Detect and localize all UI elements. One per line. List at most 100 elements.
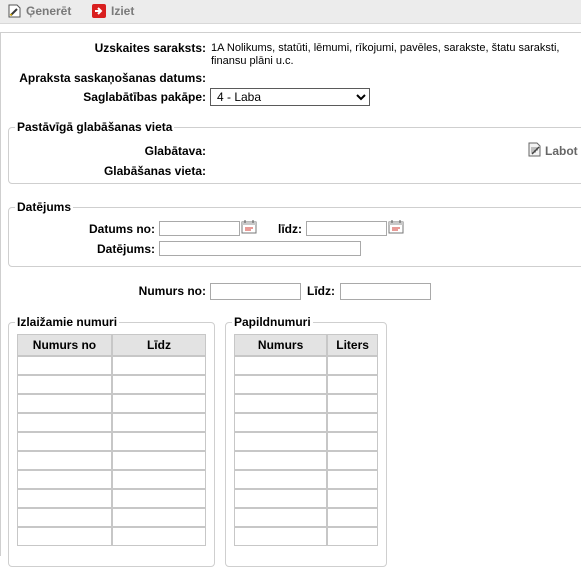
dating-legend: Datējums: [17, 200, 72, 214]
edit-button[interactable]: Labot: [527, 142, 578, 160]
table-cell-input[interactable]: [17, 413, 112, 432]
table-cell-input[interactable]: [17, 508, 112, 527]
table-cell-input[interactable]: [234, 489, 328, 508]
excluded-numbers-table: Numurs no Līdz: [17, 334, 206, 546]
table-row: [234, 489, 378, 508]
additional-numbers-legend: Papildnumuri: [234, 315, 311, 329]
table-cell-input[interactable]: [327, 508, 378, 527]
table-cell-input[interactable]: [111, 508, 206, 527]
preservation-label: Saglabātības pakāpe:: [83, 90, 206, 104]
date-to-label: līdz:: [278, 222, 302, 236]
table-cell-input[interactable]: [111, 451, 206, 470]
excluded-numbers-legend: Izlaižamie numuri: [17, 315, 118, 329]
number-to-label: Līdz:: [307, 284, 335, 298]
table-cell-input[interactable]: [17, 394, 112, 413]
table-cell-input[interactable]: [111, 432, 206, 451]
table-row: [234, 356, 378, 375]
table-cell-input[interactable]: [234, 413, 328, 432]
number-to-input[interactable]: [340, 283, 431, 300]
table-cell-input[interactable]: [111, 394, 206, 413]
table-cell-input[interactable]: [327, 413, 378, 432]
table-cell-input[interactable]: [234, 470, 328, 489]
table-row: [17, 508, 206, 527]
column-header-letter: Liters: [327, 334, 378, 356]
table-row: [17, 413, 206, 432]
table-cell-input[interactable]: [234, 451, 328, 470]
table-header-row: Numurs Liters: [234, 334, 378, 356]
registry-value: 1A Nolikums, statūti, lēmumi, rīkojumi, …: [211, 42, 560, 67]
table-cell-input[interactable]: [327, 489, 378, 508]
registry-label: Uzskaites saraksts:: [94, 41, 206, 55]
table-cell-input[interactable]: [111, 413, 206, 432]
generate-icon: [8, 4, 21, 18]
calendar-icon[interactable]: [241, 220, 257, 234]
table-cell-input[interactable]: [327, 356, 378, 375]
table-cell-input[interactable]: [111, 375, 206, 394]
exit-icon: [92, 3, 106, 18]
table-cell-input[interactable]: [234, 375, 328, 394]
table-row: [17, 394, 206, 413]
date-from-label: Datums no:: [89, 222, 155, 236]
table-cell-input[interactable]: [111, 356, 206, 375]
date-to-input[interactable]: [306, 221, 387, 236]
table-cell-input[interactable]: [234, 356, 328, 375]
toolbar: Ģenerēt Iziet: [0, 0, 581, 24]
table-row: [234, 375, 378, 394]
table-cell-input[interactable]: [17, 432, 112, 451]
table-row: [234, 470, 378, 489]
edit-icon: [527, 142, 542, 160]
calendar-icon[interactable]: [388, 220, 404, 234]
table-cell-input[interactable]: [327, 394, 378, 413]
dating-label: Datējums:: [96, 242, 155, 256]
table-cell-input[interactable]: [327, 451, 378, 470]
table-row: [234, 432, 378, 451]
table-row: [17, 527, 206, 546]
dating-input[interactable]: [159, 241, 361, 256]
table-cell-input[interactable]: [327, 375, 378, 394]
number-from-label: Numurs no:: [138, 284, 206, 298]
table-header-row: Numurs no Līdz: [17, 334, 206, 356]
table-row: [234, 451, 378, 470]
edit-label: Labot: [545, 144, 578, 158]
table-cell-input[interactable]: [17, 470, 112, 489]
table-cell-input[interactable]: [327, 527, 378, 546]
table-row: [17, 356, 206, 375]
column-header-number-from: Numurs no: [17, 334, 112, 356]
table-row: [234, 394, 378, 413]
table-cell-input[interactable]: [327, 432, 378, 451]
table-cell-input[interactable]: [17, 356, 112, 375]
table-cell-input[interactable]: [327, 470, 378, 489]
storage-legend: Pastāvīgā glabāšanas vieta: [17, 120, 173, 134]
table-cell-input[interactable]: [17, 527, 112, 546]
table-cell-input[interactable]: [17, 375, 112, 394]
table-cell-input[interactable]: [111, 527, 206, 546]
repository-label: Glabātava:: [144, 144, 206, 158]
table-cell-input[interactable]: [111, 470, 206, 489]
table-cell-input[interactable]: [17, 489, 112, 508]
table-row: [234, 508, 378, 527]
table-cell-input[interactable]: [234, 508, 328, 527]
additional-numbers-table: Numurs Liters: [234, 334, 378, 546]
table-cell-input[interactable]: [17, 451, 112, 470]
table-cell-input[interactable]: [111, 489, 206, 508]
generate-label: Ģenerēt: [26, 3, 72, 18]
table-row: [17, 470, 206, 489]
exit-button[interactable]: Iziet: [92, 2, 134, 19]
location-label: Glabāšanas vieta:: [103, 164, 206, 178]
table-row: [17, 489, 206, 508]
table-row: [234, 527, 378, 546]
generate-button[interactable]: Ģenerēt: [8, 2, 71, 19]
date-from-input[interactable]: [159, 221, 240, 236]
storage-fieldset: Pastāvīgā glabāšanas vieta: [8, 120, 581, 184]
table-cell-input[interactable]: [234, 527, 328, 546]
table-cell-input[interactable]: [234, 394, 328, 413]
column-header-number: Numurs: [234, 334, 328, 356]
table-cell-input[interactable]: [234, 432, 328, 451]
approval-date-label: Apraksta saskaņošanas datums:: [19, 71, 206, 85]
table-row: [17, 375, 206, 394]
number-from-input[interactable]: [210, 283, 301, 300]
table-row: [17, 432, 206, 451]
table-row: [17, 451, 206, 470]
preservation-select[interactable]: 4 - Laba: [210, 88, 370, 106]
column-header-to: Līdz: [111, 334, 206, 356]
